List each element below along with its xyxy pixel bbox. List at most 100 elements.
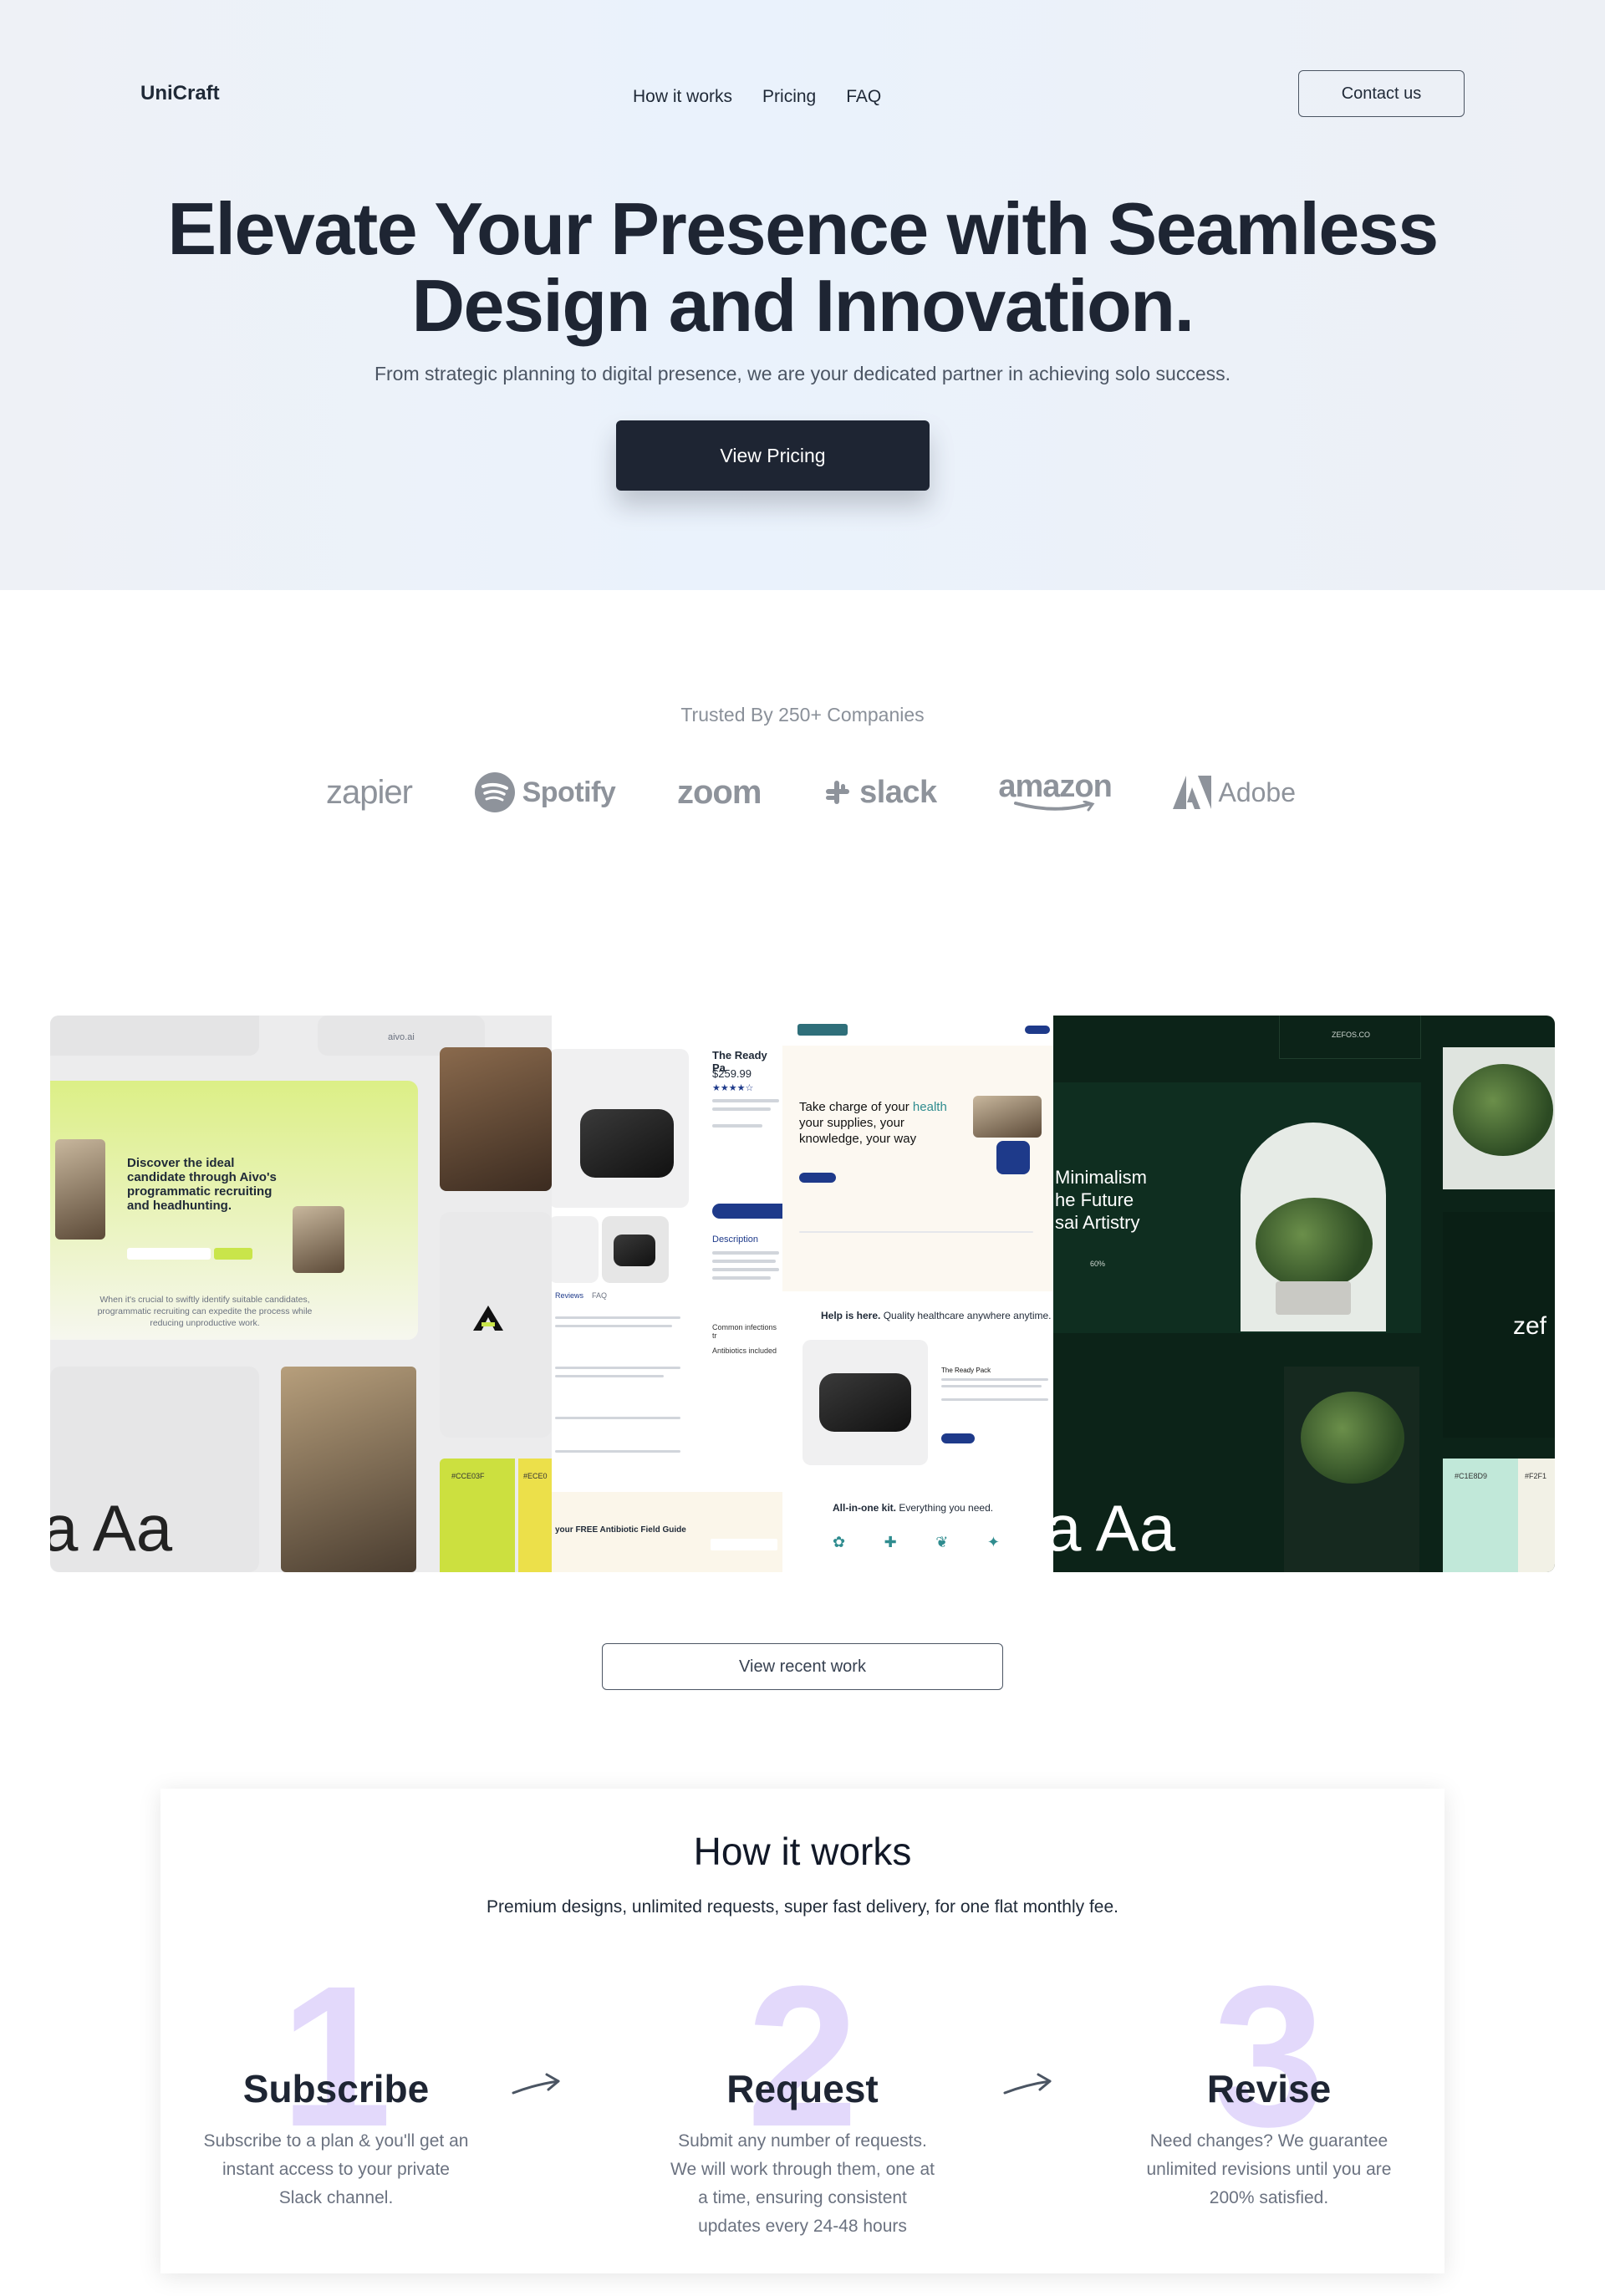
product-main-image xyxy=(552,1049,689,1208)
bonsai-site-label: ZEFOS.CO xyxy=(1332,1031,1371,1039)
nav-how-it-works[interactable]: How it works xyxy=(633,87,732,107)
health-cta-button xyxy=(799,1173,836,1183)
product-reviews-tab: Reviews xyxy=(555,1291,584,1300)
health-kit-title: All-in-one kit. Everything you need. xyxy=(833,1502,993,1514)
health-headline-5: your way xyxy=(866,1132,917,1146)
health-phone-photo xyxy=(996,1141,1030,1174)
main-nav: How it works Pricing FAQ xyxy=(633,87,881,107)
how-it-works-section: How it works Premium designs, unlimited … xyxy=(160,1789,1444,2273)
product-line-c xyxy=(712,1268,779,1271)
health-divider xyxy=(799,1231,1033,1233)
product-case-photo xyxy=(580,1109,674,1178)
aivo-hero-card: Discover the ideal candidate through Aiv… xyxy=(50,1081,418,1340)
product-description-label: Description xyxy=(712,1235,759,1245)
view-recent-work-button[interactable]: View recent work xyxy=(602,1643,1003,1690)
arrow-right-icon xyxy=(512,2073,560,2095)
aivo-headline-3: programmatic recruiting xyxy=(127,1184,273,1199)
bonsai-headline-3: sai Artistry xyxy=(1055,1212,1140,1233)
nav-faq[interactable]: FAQ xyxy=(846,87,881,107)
bonsai-type-sample: a Aa xyxy=(1053,1491,1176,1565)
bonsai-brand: zef xyxy=(1513,1312,1547,1340)
product-buy-button xyxy=(712,1204,782,1219)
arrow-right-icon xyxy=(1003,2073,1052,2095)
health-headline-2: your supplies xyxy=(799,1116,874,1130)
bonsai-brand-card: zef xyxy=(1443,1212,1555,1438)
project-bonsai[interactable]: ZEFOS.CO Minimalism he Future sai Artist… xyxy=(1053,1016,1555,1572)
health-headline-1: Take charge of your xyxy=(799,1100,910,1114)
work-collage: aivo.ai Discover the ideal candidate thr… xyxy=(50,1016,1555,1572)
step-text: Need changes? We guarantee unlimited rev… xyxy=(1146,2131,1392,2207)
health-headline-3: your xyxy=(879,1116,904,1130)
logo[interactable]: UniCraft xyxy=(140,82,220,105)
project-health[interactable]: Take charge of your health your supplies… xyxy=(782,1016,1053,1572)
spotify-icon xyxy=(474,772,515,812)
aivo-headline-2: candidate through Aivo's xyxy=(127,1170,277,1184)
zapier-logo: zapier xyxy=(326,773,413,812)
health-help-rest: Quality healthcare anywhere anytime. xyxy=(883,1310,1052,1321)
health-help-title: Help is here. Quality healthcare anywher… xyxy=(821,1310,1052,1321)
spotify-logo: Spotify xyxy=(474,771,616,813)
bonsai-swatch-mint-label: #C1E8D9 xyxy=(1455,1472,1488,1480)
health-line-3 xyxy=(941,1398,1048,1401)
aivo-swatch-yellow: #ECE0 xyxy=(518,1459,552,1572)
aivo-desk-photo xyxy=(293,1206,344,1273)
amazon-smile-icon xyxy=(1014,801,1095,812)
aivo-side-photo xyxy=(55,1139,105,1240)
product-rating: ★★★★☆ xyxy=(712,1083,754,1093)
health-help-bold: Help is here. xyxy=(821,1310,881,1321)
adobe-icon xyxy=(1173,776,1212,809)
hero-title-line2: Design and Innovation. xyxy=(411,264,1195,347)
bonsai-tree-photo-3 xyxy=(1301,1392,1404,1484)
bonsai-swatch-cream-label: #F2F1 xyxy=(1525,1472,1547,1480)
bonsai-bottom-photo xyxy=(1284,1367,1419,1572)
product-review-3 xyxy=(555,1367,680,1369)
product-line-d xyxy=(712,1276,771,1280)
how-title: How it works xyxy=(693,1830,912,1873)
contact-button[interactable]: Contact us xyxy=(1298,70,1465,117)
adobe-logo: Adobe xyxy=(1173,776,1296,809)
slack-icon xyxy=(826,781,850,804)
product-desc-line2 xyxy=(712,1107,771,1111)
health-product-label: The Ready Pack xyxy=(941,1367,991,1374)
spotify-logo-text: Spotify xyxy=(522,776,616,808)
aivo-logo-card xyxy=(440,1212,552,1438)
aivo-top-card xyxy=(50,1016,259,1056)
aivo-submit-button xyxy=(214,1248,252,1260)
slack-logo-text: slack xyxy=(859,774,937,810)
aivo-type-sample: a Aa xyxy=(50,1491,173,1565)
aivo-swatch-lime: #CCE03F xyxy=(440,1459,515,1572)
aivo-man-photo xyxy=(281,1367,416,1572)
health-line-2 xyxy=(941,1385,1042,1387)
product-thumb-case xyxy=(614,1235,655,1266)
trusted-label: Trusted By 250+ Companies xyxy=(680,704,925,725)
health-headline-accent: health xyxy=(912,1100,947,1114)
health-kit-icons: ✿ ✚ ❦ ✦ xyxy=(833,1534,1000,1551)
product-antibiotics-label: Antibiotics included xyxy=(712,1347,777,1355)
product-review-5 xyxy=(555,1417,680,1419)
stomach-icon: ❦ xyxy=(935,1534,949,1550)
step-text: Subscribe to a plan & you'll get an inst… xyxy=(203,2131,469,2207)
nav-pricing[interactable]: Pricing xyxy=(762,87,816,107)
bonsai-pot xyxy=(1276,1281,1351,1315)
aivo-headline: Discover the ideal candidate through Aiv… xyxy=(127,1156,277,1213)
step-number: 2 xyxy=(746,1944,859,2168)
view-pricing-button[interactable]: View Pricing xyxy=(616,420,930,491)
how-subtitle: Premium designs, unlimited requests, sup… xyxy=(487,1897,1118,1917)
bonsai-headline-1: Minimalism xyxy=(1055,1167,1147,1188)
bonsai-swatch-mint: #C1E8D9 xyxy=(1443,1459,1518,1572)
health-nav xyxy=(782,1016,1053,1046)
health-kit-bold: All-in-one kit. xyxy=(833,1502,896,1514)
aivo-swatch-lime-label: #CCE03F xyxy=(451,1472,485,1480)
product-desc-line1 xyxy=(712,1099,779,1102)
lungs-icon: ✿ xyxy=(833,1534,846,1550)
project-aivo[interactable]: aivo.ai Discover the ideal candidate thr… xyxy=(50,1016,552,1572)
aivo-body: When it's crucial to swiftly identify su… xyxy=(97,1295,313,1328)
bonsai-tree-card xyxy=(1443,1047,1555,1189)
throat-icon: ✦ xyxy=(986,1534,1000,1550)
bandage-icon: ✚ xyxy=(884,1534,897,1550)
product-guide-input xyxy=(711,1539,777,1550)
step-title: Subscribe xyxy=(242,2067,430,2110)
health-nav-cta xyxy=(1025,1026,1050,1034)
project-ready-pack[interactable]: The Ready Pa $259.99 ★★★★☆ Description R… xyxy=(552,1016,782,1572)
zapier-logo-text: zapier xyxy=(326,773,413,811)
